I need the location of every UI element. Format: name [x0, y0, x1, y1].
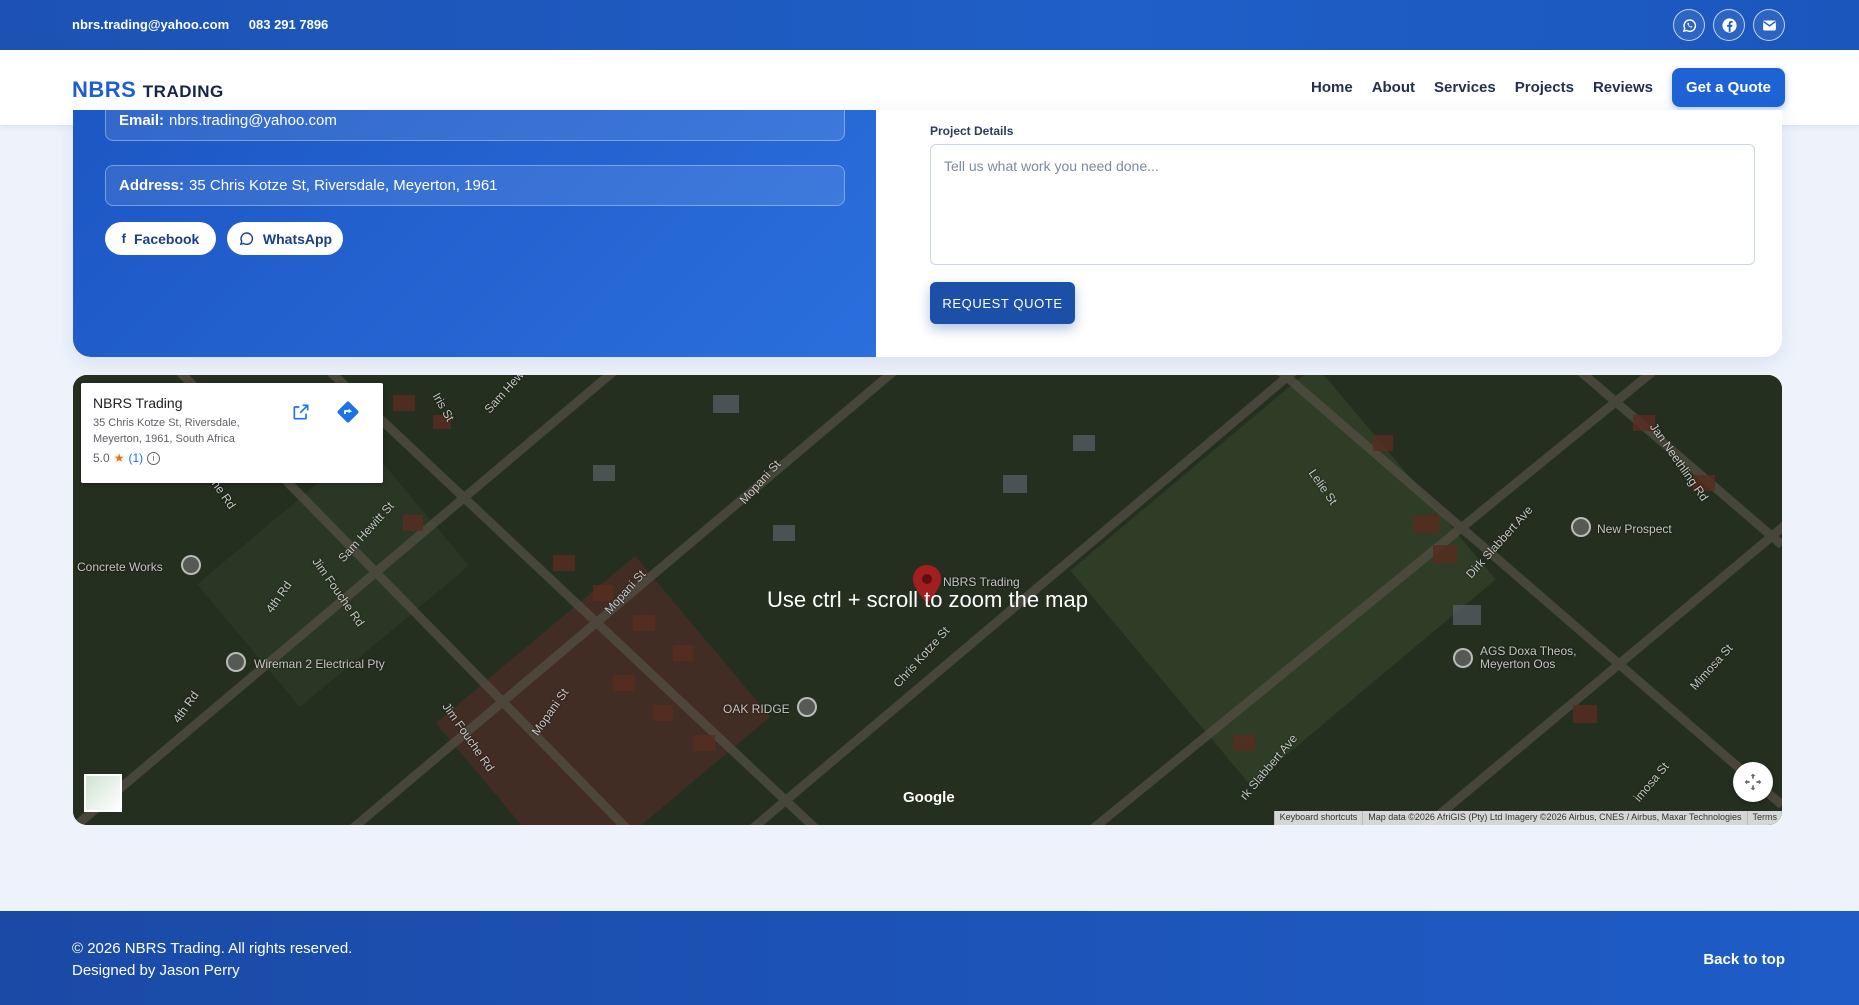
email-info: Email: nbrs.trading@yahoo.com [105, 110, 845, 141]
get-quote-button[interactable]: Get a Quote [1672, 68, 1785, 107]
poi-label[interactable]: OAK RIDGE [723, 702, 790, 716]
top-bar: nbrs.trading@yahoo.com 083 291 7896 [0, 0, 1859, 50]
designer-credit: Designed by Jason Perry [72, 962, 240, 979]
address-info: Address: 35 Chris Kotze St, Riversdale, … [105, 165, 845, 206]
place-name: NBRS Trading [93, 395, 183, 411]
info-icon[interactable]: i [147, 451, 161, 465]
quote-form: Project Details Tell us what work you ne… [876, 110, 1782, 357]
place-address: 35 Chris Kotze St, Riversdale, Meyerton,… [93, 417, 240, 445]
facebook-icon[interactable] [1713, 9, 1745, 41]
top-contact: nbrs.trading@yahoo.com 083 291 7896 [72, 17, 344, 32]
directions-icon[interactable] [331, 395, 365, 429]
keyboard-shortcuts-link[interactable]: Keyboard shortcuts [1273, 811, 1363, 825]
address-info-value: 35 Chris Kotze St, Riversdale, Meyerton,… [189, 177, 498, 194]
contact-card: Email: nbrs.trading@yahoo.com Address: 3… [73, 110, 1782, 357]
whatsapp-icon[interactable] [1673, 9, 1705, 41]
site-footer: © 2026 NBRS Trading. All rights reserved… [0, 911, 1859, 1005]
facebook-button-label: Facebook [133, 230, 200, 247]
facebook-small-icon: f [121, 231, 126, 246]
rating-count[interactable]: (1) [128, 451, 143, 465]
nav-services[interactable]: Services [1434, 79, 1496, 96]
poi-marker[interactable] [226, 652, 246, 672]
poi-label[interactable]: Concrete Works [77, 560, 163, 574]
email-info-value[interactable]: nbrs.trading@yahoo.com [169, 112, 337, 129]
top-phone[interactable]: 083 291 7896 [249, 17, 329, 32]
open-in-maps-icon[interactable] [284, 395, 318, 429]
social-links [1673, 9, 1785, 41]
map-layer-toggle[interactable] [84, 774, 122, 812]
place-info-card: NBRS Trading 35 Chris Kotze St, Riversda… [81, 383, 383, 483]
fullscreen-icon[interactable] [1733, 762, 1773, 802]
nav-links: Home About Services Projects Reviews Get… [1311, 68, 1785, 107]
logo-primary: NBRS [72, 77, 137, 102]
poi-label[interactable]: Wireman 2 Electrical Pty [254, 657, 385, 671]
copyright-text: © 2026 NBRS Trading. All rights reserved… [72, 940, 353, 957]
poi-marker[interactable] [797, 697, 817, 717]
place-rating: 5.0 ★ (1) i [93, 451, 371, 465]
whatsapp-small-icon [239, 232, 253, 246]
contact-info-panel: Email: nbrs.trading@yahoo.com Address: 3… [73, 110, 876, 357]
address-info-label: Address: [119, 177, 185, 194]
project-details-textarea[interactable]: Tell us what work you need done... [930, 144, 1755, 265]
request-quote-button[interactable]: REQUEST QUOTE [930, 282, 1075, 324]
logo-secondary: TRADING [142, 82, 224, 101]
project-details-label: Project Details [930, 124, 1014, 138]
map-data-credit: Map data ©2026 AfriGIS (Pty) Ltd Imagery… [1362, 811, 1747, 825]
nav-projects[interactable]: Projects [1515, 79, 1574, 96]
site-logo[interactable]: NBRS TRADING [72, 77, 224, 103]
whatsapp-button-label: WhatsApp [262, 230, 333, 247]
back-to-top-link[interactable]: Back to top [1703, 951, 1785, 968]
star-icon: ★ [113, 451, 125, 465]
top-email[interactable]: nbrs.trading@yahoo.com [72, 17, 229, 32]
map-attribution: Keyboard shortcuts Map data ©2026 AfriGI… [1273, 811, 1782, 825]
footer-copy: © 2026 NBRS Trading. All rights reserved… [72, 938, 352, 982]
google-logo: Google [903, 789, 955, 806]
nav-about[interactable]: About [1372, 79, 1415, 96]
google-map[interactable]: Iris St Sam Hew Mopani St Sam Hewitt St … [73, 375, 1782, 825]
nav-home[interactable]: Home [1311, 79, 1353, 96]
facebook-button[interactable]: f Facebook [105, 222, 216, 255]
terms-link[interactable]: Terms [1746, 811, 1782, 825]
poi-marker[interactable] [1571, 517, 1591, 537]
whatsapp-button[interactable]: WhatsApp [227, 222, 343, 255]
email-info-label: Email: [119, 112, 165, 129]
poi-label[interactable]: AGS Doxa Theos, Meyerton Oos [1480, 645, 1610, 671]
nav-reviews[interactable]: Reviews [1593, 79, 1653, 96]
poi-marker[interactable] [181, 555, 201, 575]
poi-marker[interactable] [1453, 648, 1473, 668]
poi-label[interactable]: New Prospect [1597, 522, 1672, 536]
mail-icon[interactable] [1753, 9, 1785, 41]
map-zoom-hint: Use ctrl + scroll to zoom the map [767, 587, 1088, 612]
rating-value: 5.0 [93, 451, 110, 465]
